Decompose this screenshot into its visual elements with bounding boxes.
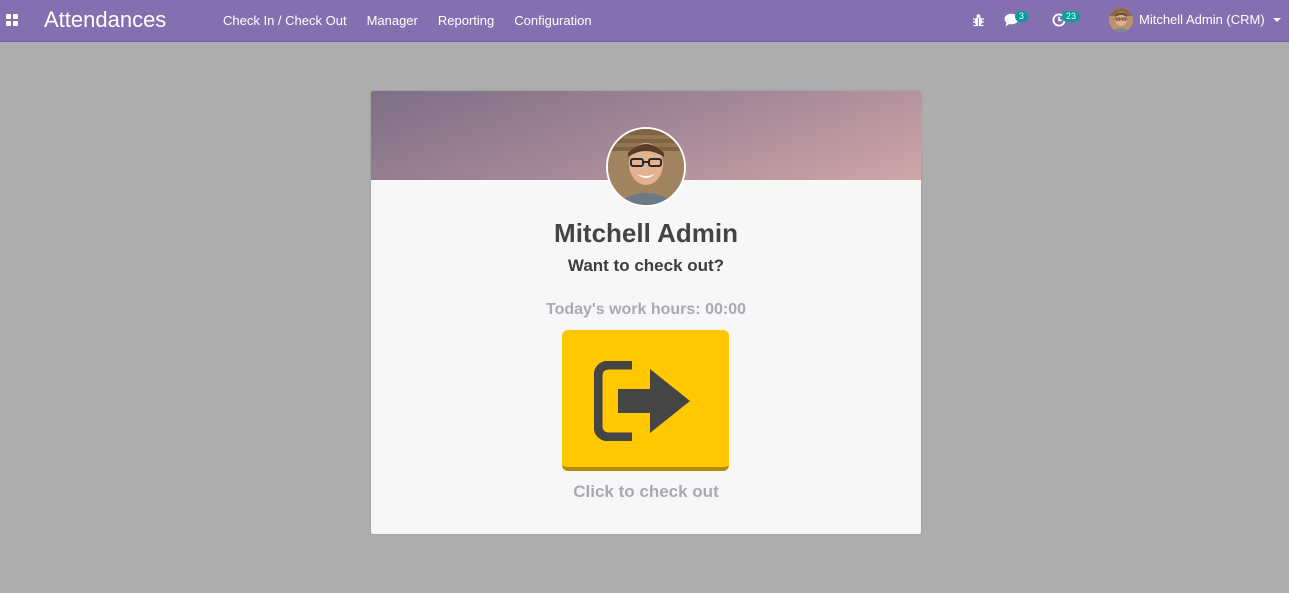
bug-icon[interactable] [972, 13, 985, 32]
user-menu[interactable]: Mitchell Admin (CRM) [1109, 8, 1281, 32]
employee-avatar [606, 127, 686, 207]
avatar [1109, 8, 1133, 32]
check-out-button[interactable] [562, 330, 729, 471]
attendance-card: Mitchell Admin Want to check out? Today'… [371, 91, 921, 534]
user-name: Mitchell Admin (CRM) [1139, 12, 1265, 27]
messages-count-badge: 3 [1015, 11, 1029, 22]
checkout-question: Want to check out? [567, 256, 725, 275]
work-hours: Today's work hours: 00:00 [545, 301, 746, 318]
top-navbar: Attendances Check In / Check Out Manager… [0, 0, 1289, 42]
chevron-down-icon [1272, 18, 1281, 22]
click-to-check-out-label: Click to check out [573, 482, 719, 501]
employee-name: Mitchell Admin [554, 218, 738, 248]
activities-count-badge: 23 [1062, 11, 1081, 22]
sign-out-icon [594, 361, 690, 441]
systray: 3 23 [0, 0, 1289, 42]
